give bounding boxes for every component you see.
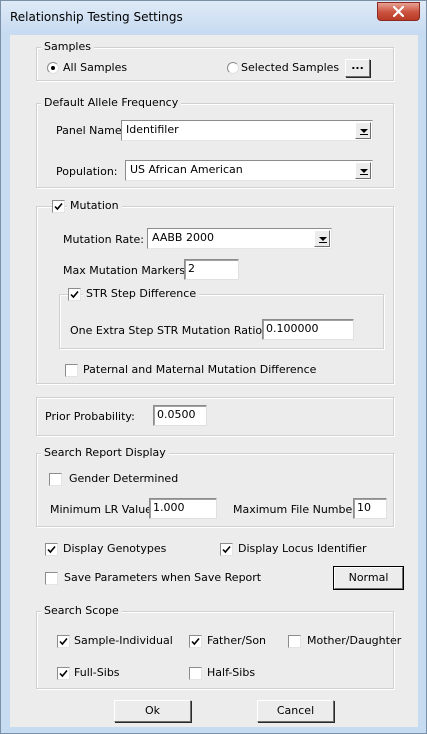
mutation-group: Mutation Mutation Rate: AABB 2000 Max Mu… [36,199,394,384]
display-genotypes-label[interactable]: Display Genotypes [63,542,166,556]
population-label: Population: [56,165,118,178]
checkmark-icon [70,290,79,299]
checkmark-icon [222,545,231,554]
browse-samples-label: ... [351,59,364,73]
max-mutation-markers-label: Max Mutation Markers: [63,264,189,277]
allele-frequency-group: Default Allele Frequency Panel Name: Ide… [36,96,394,188]
selected-samples-label[interactable]: Selected Samples [241,61,339,75]
max-file-number-input[interactable]: 10 [353,498,387,519]
all-samples-label[interactable]: All Samples [63,61,127,75]
checkmark-icon [59,637,68,646]
samples-group: Samples All Samples Selected Samples ... [36,40,394,81]
cancel-button-label: Cancel [276,704,315,717]
paternal-maternal-label[interactable]: Paternal and Maternal Mutation Differenc… [83,363,316,377]
samples-legend: Samples [41,40,94,54]
display-locus-identifier-checkbox[interactable] [220,543,233,556]
mother-daughter-checkbox[interactable] [288,635,301,648]
max-file-number-label: Maximum File Number: [233,503,361,516]
checkmark-icon [54,202,63,211]
panel-name-select[interactable]: Identifiler [121,120,373,141]
half-sibs-checkbox[interactable] [189,667,202,680]
chevron-down-icon [360,129,368,135]
window-title: Relationship Testing Settings [10,10,183,24]
gender-determined-label[interactable]: Gender Determined [69,472,178,486]
population-value: US African American [130,163,243,176]
checkmark-icon [47,545,56,554]
panel-name-dropdown-button[interactable] [355,122,371,139]
dialog-window: Relationship Testing Settings Samples Al… [0,0,427,734]
close-button[interactable] [377,2,420,21]
prior-probability-input[interactable]: 0.0500 [153,405,207,426]
ok-button[interactable]: Ok [114,700,191,722]
str-step-difference-checkbox[interactable] [68,288,81,301]
search-scope-legend: Search Scope [41,604,122,618]
save-parameters-label[interactable]: Save Parameters when Save Report [64,571,261,585]
mutation-rate-select[interactable]: AABB 2000 [147,228,332,249]
mutation-rate-label: Mutation Rate: [63,233,145,246]
max-mutation-markers-input[interactable]: 2 [184,259,239,280]
search-scope-group: Search Scope Sample-Individual Father/So… [36,604,401,689]
cancel-button[interactable]: Cancel [257,700,334,722]
panel-name-value: Identifiler [126,123,179,136]
prior-probability-group: Prior Probability: 0.0500 [36,397,394,436]
mutation-checkbox[interactable] [52,200,65,213]
close-icon [393,6,404,17]
str-step-difference-label[interactable]: STR Step Difference [83,287,200,301]
display-genotypes-checkbox[interactable] [45,543,58,556]
min-lr-label: Minimum LR Value: [50,503,156,516]
checkmark-icon [59,669,68,678]
ok-button-label: Ok [144,704,161,717]
normal-button[interactable]: Normal [333,566,404,590]
panel-name-label: Panel Name: [56,124,126,137]
title-bar[interactable]: Relationship Testing Settings [1,1,426,35]
gender-determined-checkbox[interactable] [49,473,62,486]
paternal-maternal-checkbox[interactable] [65,364,78,377]
extra-step-ratio-input[interactable]: 0.100000 [262,319,354,340]
browse-samples-button[interactable]: ... [345,59,370,77]
chevron-down-icon [319,237,327,243]
display-locus-identifier-label[interactable]: Display Locus Identifier [238,542,367,556]
full-sibs-label[interactable]: Full-Sibs [74,666,120,680]
save-parameters-checkbox[interactable] [45,572,58,585]
population-dropdown-button[interactable] [355,162,371,179]
mutation-label[interactable]: Mutation [67,199,122,213]
allele-frequency-legend: Default Allele Frequency [41,96,182,110]
population-select[interactable]: US African American [125,160,373,181]
dialog-client-area: Samples All Samples Selected Samples ...… [10,35,418,727]
mutation-rate-value: AABB 2000 [152,231,214,244]
full-sibs-checkbox[interactable] [57,667,70,680]
half-sibs-label[interactable]: Half-Sibs [207,666,255,680]
extra-step-ratio-label: One Extra Step STR Mutation Ratio: [70,324,266,337]
father-son-label[interactable]: Father/Son [207,634,266,648]
search-report-legend: Search Report Display [41,446,169,460]
search-report-group: Search Report Display Gender Determined … [36,446,394,527]
prior-probability-label: Prior Probability: [45,410,135,423]
father-son-checkbox[interactable] [189,635,202,648]
selected-samples-radio[interactable] [227,62,239,74]
sample-individual-checkbox[interactable] [57,635,70,648]
all-samples-radio[interactable] [47,62,59,74]
checkmark-icon [191,637,200,646]
sample-individual-label[interactable]: Sample-Individual [74,634,173,648]
mother-daughter-label[interactable]: Mother/Daughter [307,634,401,648]
radio-selected-dot [51,66,55,70]
normal-button-label: Normal [348,571,389,584]
min-lr-input[interactable]: 1.000 [149,498,217,519]
mutation-rate-dropdown-button[interactable] [314,230,330,247]
chevron-down-icon [360,169,368,175]
str-step-difference-group: STR Step Difference One Extra Step STR M… [59,287,384,349]
